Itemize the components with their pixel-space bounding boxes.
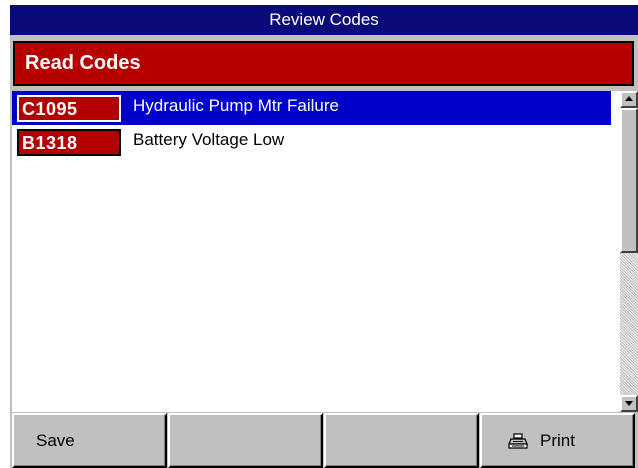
function-key-2-label [170,431,192,450]
scroll-up-button[interactable] [620,91,638,108]
arrow-up-icon [625,96,633,101]
code-badge: C1095 [17,95,121,122]
window-title: Review Codes [10,5,638,35]
printer-icon [508,433,528,449]
scroll-down-button[interactable] [620,395,638,412]
print-button-label: Print [540,431,575,450]
function-key-2[interactable] [168,413,323,468]
code-row[interactable]: C1095 Hydraulic Pump Mtr Failure [12,91,611,125]
codes-list[interactable]: C1095 Hydraulic Pump Mtr Failure B1318 B… [12,91,620,412]
code-description: Battery Voltage Low [133,130,285,149]
code-description: Hydraulic Pump Mtr Failure [133,96,339,115]
vertical-scrollbar[interactable] [620,91,638,412]
section-header: Read Codes [13,41,634,86]
arrow-down-icon [625,401,633,406]
function-key-3[interactable] [324,413,479,468]
function-key-3-label [326,431,348,450]
code-badge: B1318 [17,129,121,156]
save-button-label: Save [36,431,75,450]
save-button[interactable]: Save [12,413,167,468]
code-row[interactable]: B1318 Battery Voltage Low [12,125,611,159]
print-button[interactable]: Print [480,413,635,468]
review-codes-window: Review Codes Read Codes C1095 Hydraulic … [10,5,638,468]
scroll-thumb[interactable] [620,108,638,253]
